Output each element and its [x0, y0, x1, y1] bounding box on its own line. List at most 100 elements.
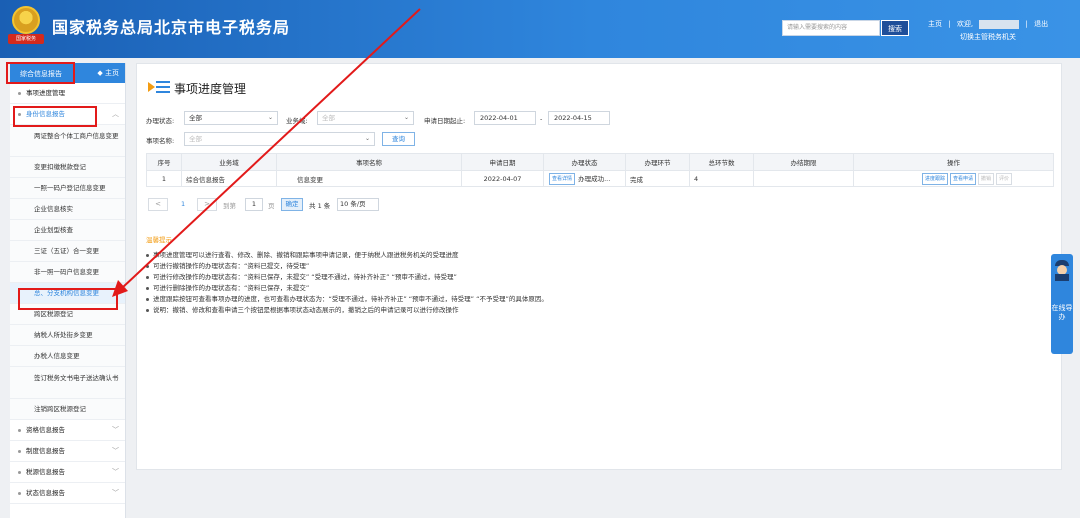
cell-stage: 完成: [625, 170, 690, 187]
sidebar-item-label: 税源信息报告: [26, 468, 65, 476]
sidebar-subitem[interactable]: 企业信息核实: [10, 199, 125, 220]
status-label: 办理状态:: [146, 117, 175, 125]
cell-deadline: [753, 170, 854, 187]
query-button[interactable]: 查询: [382, 132, 415, 146]
chevron-down-icon: ⌄: [267, 114, 273, 121]
sidebar-subitem[interactable]: 纳税人所处街乡变更: [10, 325, 125, 346]
annotation-box-branch: [18, 288, 118, 310]
bullet-icon: [18, 492, 21, 495]
tip-line: 进度跟踪按钮可查看事项办理的进度，也可查看办理状态为：“受理不通过，待补齐补正”…: [146, 294, 1046, 305]
bullet-icon: [18, 450, 21, 453]
status-text: 办理成功...: [578, 174, 611, 183]
date-separator: -: [540, 115, 543, 123]
status-select[interactable]: 全部 ⌄: [184, 111, 278, 125]
sidebar-item-label: 制度信息报告: [26, 447, 65, 455]
online-guide-tab[interactable]: 在线导办: [1051, 254, 1073, 354]
sidebar-subitem[interactable]: 非一照一码户信息变更: [10, 262, 125, 283]
date-to-input[interactable]: 2022-04-15: [548, 111, 610, 125]
top-header: 国家税务 国家税务总局北京市电子税务局 请输入需要搜索的内容 搜索 主页 | 欢…: [0, 0, 1080, 58]
item-name-placeholder: 全部: [189, 135, 202, 143]
bullet-icon: [18, 429, 21, 432]
goto-page-input[interactable]: 1: [245, 198, 263, 211]
business-select-placeholder: 全部: [322, 114, 335, 122]
chevron-down-icon: ﹀: [112, 489, 119, 497]
business-select[interactable]: 全部 ⌄: [317, 111, 414, 125]
chevron-down-icon: ﹀: [112, 447, 119, 455]
cell-status: 查看详情 办理成功...: [543, 170, 626, 187]
next-page-button[interactable]: >: [197, 198, 217, 211]
sidebar-subitem[interactable]: 办税人信息变更: [10, 346, 125, 367]
cell-total: 4: [689, 170, 754, 187]
view-application-button[interactable]: 查看申请: [949, 172, 976, 185]
sidebar-home-link[interactable]: ◆ 主页: [97, 68, 119, 78]
search-input[interactable]: 请输入需要搜索的内容: [782, 20, 880, 36]
chevron-down-icon: ﹀: [112, 468, 119, 476]
sidebar-item-qualification[interactable]: 资格信息报告 ﹀: [10, 420, 125, 441]
sidebar-subitem[interactable]: 变更扣缴税款登记: [10, 157, 125, 178]
col-stage: 办理环节: [625, 153, 690, 171]
chevron-down-icon: ⌄: [403, 114, 409, 121]
assistant-avatar-icon: [1054, 260, 1070, 281]
business-label: 业务域:: [286, 117, 308, 125]
switch-org-link[interactable]: 切换主管税务机关: [960, 32, 1016, 42]
tip-line: 事项进度管理可以进行查看、修改、删除、撤销和跟踪事项申请记录，便于纳税人跟进税务…: [146, 250, 1046, 261]
col-deadline: 办结期限: [753, 153, 854, 171]
home-link[interactable]: 主页: [928, 20, 942, 28]
tax-emblem-logo: 国家税务: [8, 6, 44, 46]
page-unit: 页: [268, 202, 275, 210]
sidebar-subitem[interactable]: 一照一码户登记信息变更: [10, 178, 125, 199]
search-button[interactable]: 搜索: [881, 20, 909, 36]
cell-actions: 进度跟踪 查看申请 撤销 评价: [853, 170, 1054, 187]
tips-title: 温馨提示: [146, 236, 172, 244]
list-icon: [148, 79, 170, 97]
bullet-icon: [18, 471, 21, 474]
date-from-input[interactable]: 2022-04-01: [474, 111, 536, 125]
sidebar-item-status[interactable]: 状态信息报告 ﹀: [10, 483, 125, 504]
sidebar-subitem[interactable]: 企业划型核查: [10, 220, 125, 241]
top-links: 主页 | 欢迎, | 退出: [928, 19, 1049, 29]
sidebar-item-tax-source[interactable]: 税源信息报告 ﹀: [10, 462, 125, 483]
chevron-up-icon: ︿: [112, 110, 119, 118]
goto-label: 到第: [223, 202, 236, 210]
sidebar-item-system[interactable]: 制度信息报告 ﹀: [10, 441, 125, 462]
cell-domain: 综合信息报告: [181, 170, 277, 187]
welcome-text: 欢迎,: [956, 20, 974, 28]
sidebar-subitem[interactable]: 注销跨区税源登记: [10, 399, 125, 420]
prev-page-button[interactable]: <: [148, 198, 168, 211]
item-name-select[interactable]: 全部 ⌄: [184, 132, 375, 146]
track-progress-button[interactable]: 进度跟踪: [921, 172, 948, 185]
tip-line: 可进行撤销操作的办理状态有：“资料已提交，待受理”: [146, 261, 1046, 272]
annotation-box-identity: [13, 106, 97, 127]
revoke-button[interactable]: 撤销: [977, 172, 994, 185]
tip-line: 可进行修改操作的办理状态有：“资料已保存，未提交” “受理不通过，待补齐补正” …: [146, 272, 1046, 283]
annotation-box-header: [6, 62, 75, 84]
table-row: 1 综合信息报告 信息变更 2022-04-07 查看详情 办理成功... 完成…: [146, 170, 1054, 187]
sidebar-subitem[interactable]: 两证整合个体工商户信息变更: [10, 125, 125, 157]
tip-line: 可进行删除操作的办理状态有：“资料已保存，未提交”: [146, 283, 1046, 294]
cell-index: 1: [146, 170, 182, 187]
cell-item: 信息变更: [276, 170, 462, 187]
evaluate-button[interactable]: 评价: [995, 172, 1012, 185]
col-actions: 操作: [853, 153, 1054, 171]
site-title: 国家税务总局北京市电子税务局: [52, 18, 291, 37]
current-page[interactable]: 1: [181, 200, 185, 208]
cell-date: 2022-04-07: [461, 170, 544, 187]
col-item: 事项名称: [276, 153, 462, 171]
bullet-icon: [18, 92, 21, 95]
page-size-select[interactable]: 10 条/页: [337, 198, 379, 211]
online-guide-label: 在线导办: [1051, 304, 1073, 321]
sidebar-item-progress[interactable]: 事项进度管理: [10, 83, 125, 104]
item-name-label: 事项名称:: [146, 137, 175, 145]
username-redacted: [979, 19, 1020, 29]
col-domain: 业务域: [181, 153, 277, 171]
sidebar-item-label: 资格信息报告: [26, 426, 65, 434]
logout-link[interactable]: 退出: [1034, 20, 1048, 28]
col-index: 序号: [146, 153, 182, 171]
sidebar-subitem[interactable]: 三证（五证）合一变更: [10, 241, 125, 262]
view-detail-button[interactable]: 查看详情: [549, 172, 576, 185]
sidebar-subitem[interactable]: 签订税务文书电子送达确认书: [10, 367, 125, 399]
total-count: 共 1 条: [309, 202, 331, 210]
page-size-value: 10 条/页: [340, 200, 366, 208]
goto-confirm-button[interactable]: 确定: [281, 198, 303, 211]
col-status: 办理状态: [543, 153, 626, 171]
